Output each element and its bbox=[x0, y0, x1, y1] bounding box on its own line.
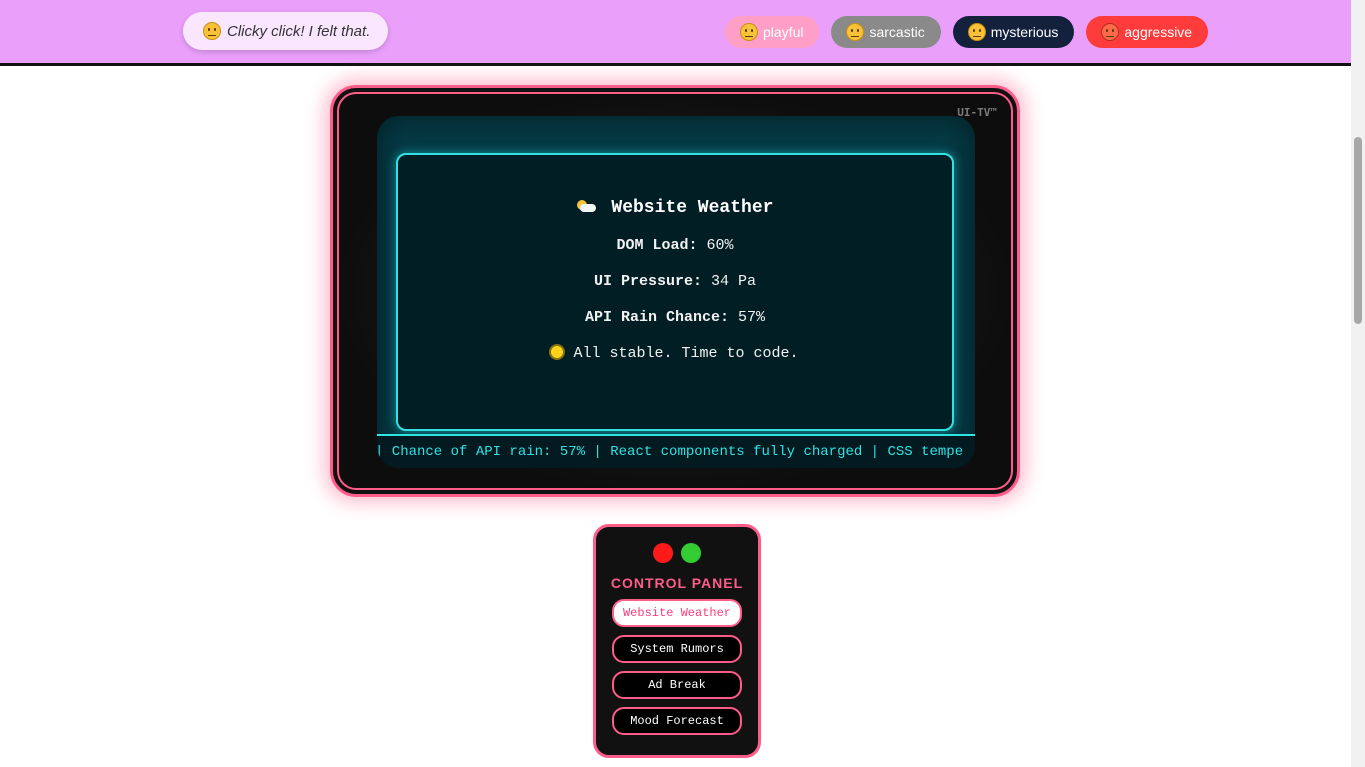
ui-pressure-row: UI Pressure: 34 Pa bbox=[398, 273, 952, 290]
mood-label: playful bbox=[763, 24, 804, 40]
ui-pressure-value: 34 Pa bbox=[711, 273, 757, 290]
status-row: All stable. Time to code. bbox=[398, 345, 952, 362]
mood-button-aggressive[interactable]: aggressive bbox=[1086, 16, 1209, 48]
channel-button-mood-forecast[interactable]: Mood Forecast bbox=[612, 707, 742, 735]
api-rain-value: 57% bbox=[738, 309, 766, 326]
sun-icon bbox=[551, 346, 564, 358]
neutral-face-icon bbox=[203, 22, 221, 40]
ticker-text: | Chance of API rain: 57% | React compon… bbox=[377, 444, 964, 460]
control-panel: CONTROL PANEL Website Weather System Rum… bbox=[593, 524, 761, 758]
angry-face-icon bbox=[1101, 23, 1120, 41]
tv-screen: Website Weather DOM Load: 60% UI Pressur… bbox=[377, 116, 975, 468]
mood-button-sarcastic[interactable]: sarcastic bbox=[831, 16, 941, 48]
mood-switcher: playful sarcastic mysterious aggressive bbox=[725, 16, 1209, 48]
api-rain-row: API Rain Chance: 57% bbox=[398, 309, 952, 326]
tv-brand: UI-TV™ bbox=[957, 106, 997, 119]
green-light-icon bbox=[681, 543, 701, 563]
panel-title-text: Website Weather bbox=[611, 198, 774, 218]
dom-load-value: 60% bbox=[706, 237, 734, 254]
mood-label: aggressive bbox=[1124, 24, 1193, 40]
channel-button-system-rumors[interactable]: System Rumors bbox=[612, 635, 742, 663]
indicator-lights bbox=[596, 543, 758, 563]
speech-bubble: Clicky click! I felt that. bbox=[183, 12, 389, 50]
mood-button-playful[interactable]: playful bbox=[725, 16, 820, 48]
scrollbar-thumb[interactable] bbox=[1354, 137, 1362, 324]
dom-load-label: DOM Load: bbox=[616, 237, 698, 254]
mood-label: mysterious bbox=[990, 24, 1059, 40]
neutral-face-icon bbox=[967, 23, 986, 41]
scrollbar[interactable] bbox=[1351, 0, 1365, 767]
weather-panel: Website Weather DOM Load: 60% UI Pressur… bbox=[396, 153, 954, 431]
panel-title: Website Weather bbox=[398, 198, 952, 218]
dom-load-row: DOM Load: 60% bbox=[398, 237, 952, 254]
eye-roll-face-icon bbox=[846, 23, 865, 41]
sun-behind-cloud-icon bbox=[576, 200, 597, 212]
top-bar: Clicky click! I felt that. playful sarca… bbox=[0, 0, 1351, 66]
red-light-icon bbox=[653, 543, 673, 563]
speech-text: Clicky click! I felt that. bbox=[227, 22, 371, 40]
grin-face-icon bbox=[740, 23, 758, 41]
mood-label: sarcastic bbox=[869, 24, 925, 40]
mood-button-mysterious[interactable]: mysterious bbox=[952, 16, 1075, 48]
ui-pressure-label: UI Pressure: bbox=[593, 273, 702, 290]
status-text: All stable. Time to code. bbox=[573, 345, 799, 362]
tv-frame: UI-TV™ Website Weather DOM Load: 60% UI … bbox=[330, 85, 1020, 497]
api-rain-label: API Rain Chance: bbox=[584, 309, 729, 326]
news-ticker: | Chance of API rain: 57% | React compon… bbox=[377, 434, 975, 468]
channel-button-website-weather[interactable]: Website Weather bbox=[612, 599, 742, 627]
channel-button-ad-break[interactable]: Ad Break bbox=[612, 671, 742, 699]
control-panel-title: CONTROL PANEL bbox=[610, 575, 744, 591]
